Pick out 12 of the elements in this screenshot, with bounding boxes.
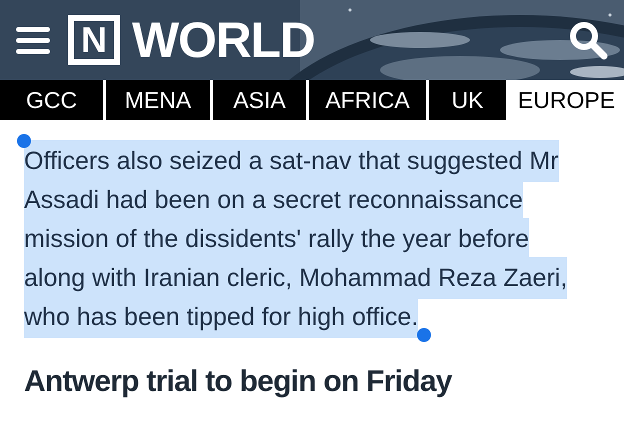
menu-icon[interactable]: [16, 26, 50, 54]
region-tab[interactable]: AFRICA: [309, 80, 426, 120]
logo-mark: N: [68, 15, 120, 65]
region-tab[interactable]: GCC: [0, 80, 103, 120]
region-tab[interactable]: ASIA: [213, 80, 306, 120]
region-tab[interactable]: UK: [429, 80, 506, 120]
selection-handle-icon[interactable]: [17, 134, 31, 148]
region-tab[interactable]: MENA: [106, 80, 210, 120]
site-title: WORLD: [132, 15, 315, 65]
search-icon[interactable]: [568, 20, 608, 60]
section-heading: Antwerp trial to begin on Friday: [23, 364, 454, 400]
selection-handle-icon[interactable]: [417, 328, 431, 342]
